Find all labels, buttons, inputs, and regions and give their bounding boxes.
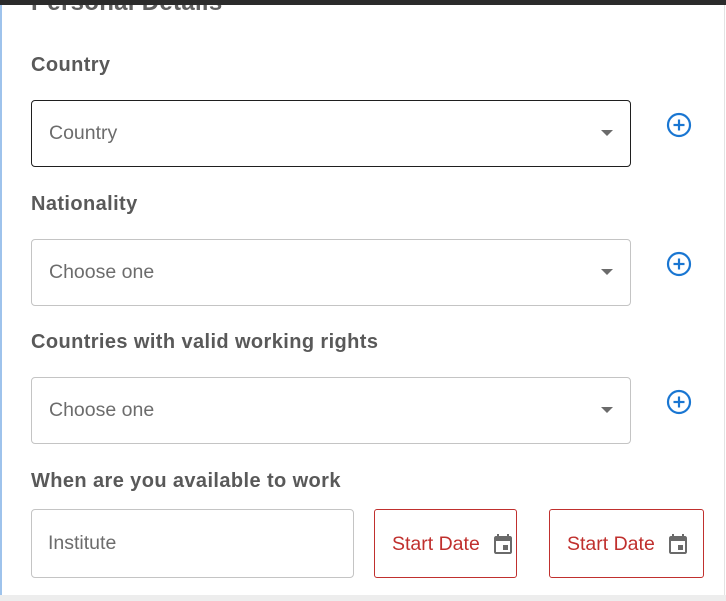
plus-circle-icon — [666, 389, 692, 415]
section-title: Personal Details — [31, 5, 223, 17]
start-date-button-2[interactable]: Start Date — [549, 509, 704, 578]
working-rights-select-placeholder: Choose one — [49, 399, 155, 421]
country-select[interactable]: Country — [31, 100, 631, 167]
working-rights-select[interactable]: Choose one — [31, 377, 631, 444]
start-date-label-2: Start Date — [567, 533, 655, 555]
chevron-down-icon — [601, 130, 613, 136]
plus-circle-icon — [666, 251, 692, 277]
bottom-divider — [0, 595, 726, 601]
chevron-down-icon — [601, 269, 613, 275]
nationality-select[interactable]: Choose one — [31, 239, 631, 306]
working-rights-label: Countries with valid working rights — [31, 331, 379, 353]
start-date-label-1: Start Date — [392, 533, 480, 555]
calendar-icon — [494, 534, 512, 554]
institute-input[interactable] — [48, 532, 338, 555]
add-nationality-button[interactable] — [666, 251, 692, 277]
country-label: Country — [31, 54, 111, 76]
nationality-label: Nationality — [31, 193, 138, 215]
start-date-button-1[interactable]: Start Date — [374, 509, 517, 578]
plus-circle-icon — [666, 112, 692, 138]
calendar-icon — [669, 534, 687, 554]
institute-field[interactable] — [31, 509, 354, 578]
country-select-value: Country — [49, 122, 118, 144]
personal-details-panel: Personal Details Country Country Nationa… — [0, 5, 725, 595]
chevron-down-icon — [601, 407, 613, 413]
availability-label: When are you available to work — [31, 470, 341, 492]
nationality-select-placeholder: Choose one — [49, 261, 155, 283]
add-working-rights-button[interactable] — [666, 389, 692, 415]
add-country-button[interactable] — [666, 112, 692, 138]
